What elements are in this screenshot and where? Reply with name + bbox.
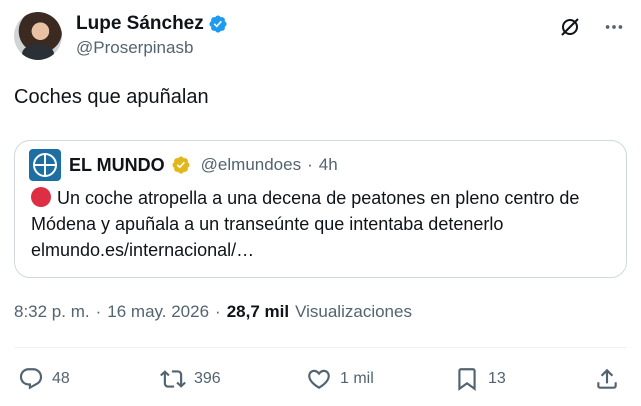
tweet-text: Coches que apuñalan	[14, 86, 209, 108]
more-icon[interactable]	[601, 14, 627, 40]
tweet-meta: 8:32 p. m. · 16 may. 2026 · 28,7 mil Vis…	[14, 302, 412, 322]
views-label: Visualizaciones	[295, 302, 412, 321]
meta-separator: ·	[215, 302, 221, 321]
quoted-tweet[interactable]: EL MUNDO @elmundoes · 4h Un coche atrope…	[14, 140, 627, 278]
reply-count: 48	[52, 370, 70, 387]
reply-icon	[19, 368, 43, 390]
verified-badge-icon[interactable]	[208, 14, 228, 34]
gold-verified-badge-icon	[172, 156, 190, 174]
quoted-text-block: Un coche atropella a una decena de peato…	[31, 185, 616, 263]
views-count: 28,7 mil	[226, 302, 290, 321]
tweet-time[interactable]: 8:32 p. m.	[14, 302, 90, 322]
bookmark-button[interactable]: 13	[454, 362, 506, 396]
like-button[interactable]: 1 mil	[306, 362, 374, 396]
like-count: 1 mil	[340, 370, 374, 387]
red-circle-icon	[31, 187, 51, 207]
quoted-time: 4h	[318, 155, 338, 174]
author-block: Lupe Sánchez @Proserpinasb	[76, 12, 228, 58]
share-button[interactable]	[594, 362, 620, 396]
share-icon	[597, 368, 617, 389]
bookmark-icon	[458, 368, 476, 391]
action-bar: 48 396 1 mil 13	[14, 362, 627, 396]
author-name-row: Lupe Sánchez	[76, 12, 228, 36]
meta-separator: ·	[95, 302, 102, 321]
quoted-header: EL MUNDO @elmundoes · 4h	[29, 149, 338, 181]
bookmark-count: 13	[488, 370, 506, 387]
quoted-separator: ·	[307, 155, 313, 174]
top-actions	[557, 14, 627, 40]
repost-button[interactable]: 396	[160, 362, 221, 396]
quoted-avatar	[29, 149, 61, 181]
repost-count: 396	[194, 370, 221, 387]
divider	[14, 347, 627, 348]
repost-icon	[160, 370, 186, 388]
reply-button[interactable]: 48	[18, 362, 70, 396]
author-avatar[interactable]	[14, 12, 62, 60]
grok-icon[interactable]	[557, 14, 583, 40]
author-handle[interactable]: @Proserpinasb	[76, 38, 228, 58]
quoted-name: EL MUNDO	[69, 154, 165, 175]
author-name[interactable]: Lupe Sánchez	[76, 13, 204, 35]
quoted-text: Un coche atropella a una decena de peato…	[31, 188, 580, 260]
quoted-handle: @elmundoes	[200, 155, 302, 174]
like-icon	[308, 369, 330, 389]
tweet-date[interactable]: 16 may. 2026	[107, 302, 209, 322]
